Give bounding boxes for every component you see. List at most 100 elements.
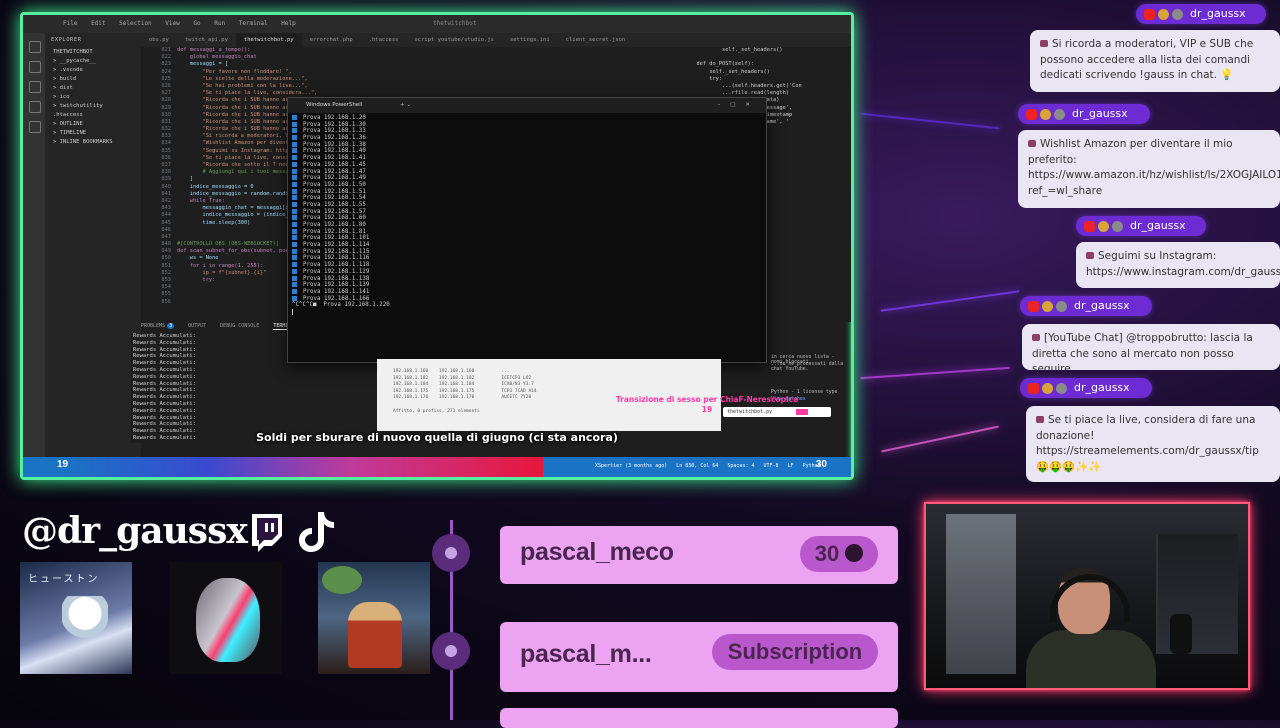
powershell-prefix: Prova xyxy=(303,155,321,162)
code-line: try: xyxy=(671,75,723,82)
panel-tab[interactable]: PROBLEMS xyxy=(141,323,165,329)
editor-tab[interactable]: obs.py xyxy=(141,33,177,47)
chat-message-text: [YouTube Chat] @troppobrutto: lascia la … xyxy=(1032,332,1253,370)
menu-view[interactable]: View xyxy=(165,20,179,27)
powershell-prefix: Prova xyxy=(303,222,321,228)
chat-message-text: Wishlist Amazon per diventare il mio pre… xyxy=(1028,138,1280,197)
line-number: 830 xyxy=(161,111,171,118)
line-number: 847 xyxy=(161,233,171,240)
explorer-item[interactable]: > INLINE BOOKMARKS xyxy=(45,137,141,146)
status-item[interactable]: Ln 830, Col 64 xyxy=(676,463,718,469)
terminal-line: Rewards Accumulati: xyxy=(133,346,196,353)
explorer-item[interactable]: > OUTLINE xyxy=(45,119,141,128)
broadcaster-badge-icon xyxy=(1084,220,1095,232)
status-square-icon xyxy=(292,128,297,134)
window-controls[interactable]: –□✕ xyxy=(717,98,760,113)
code-line: def do_POST(self): xyxy=(671,61,754,68)
status-square-icon xyxy=(292,141,297,147)
ip-address: 192.168.1.138 xyxy=(323,275,370,282)
explorer-item[interactable]: > twitchutility xyxy=(45,101,141,110)
status-item[interactable]: Spaces: 4 xyxy=(727,463,754,469)
status-square-icon xyxy=(292,248,297,254)
panel-tab[interactable]: DEBUG CONSOLE xyxy=(220,323,259,329)
powershell-prefix: Prova xyxy=(303,288,321,295)
extensions-icon[interactable] xyxy=(29,121,41,133)
menu-edit[interactable]: Edit xyxy=(91,20,105,27)
explorer-item[interactable]: > build xyxy=(45,74,141,83)
powershell-titlebar: Windows PowerShell + ⌄ –□✕ xyxy=(288,98,766,113)
explorer-item[interactable]: > TIMELINE xyxy=(45,128,141,137)
editor-tab[interactable]: .htaccess xyxy=(361,33,407,47)
powershell-prefix: Prova xyxy=(303,175,321,182)
editor-tab[interactable]: thetwitchbot.py xyxy=(235,33,302,47)
menu-terminal[interactable]: Terminal xyxy=(239,20,268,27)
line-number: 850 xyxy=(161,255,171,262)
powershell-line: Prova 192.168.1.81 xyxy=(292,228,762,236)
powershell-prefix: Prova xyxy=(303,248,321,255)
code-line: "Le scelte della moderazione...", xyxy=(177,75,308,82)
explorer-item[interactable]: > ico xyxy=(45,92,141,101)
editor-tab[interactable]: settings.ini xyxy=(502,33,558,47)
search-input[interactable]: thetwitchbot.py ____ xyxy=(723,407,831,417)
powershell-prefix: Prova xyxy=(303,148,321,155)
powershell-line: Prova 192.168.1.129 xyxy=(292,268,762,276)
explorer-icon[interactable] xyxy=(29,41,41,53)
panel-tab[interactable]: OUTPUT xyxy=(188,323,206,329)
explorer-item[interactable]: .htaccess xyxy=(45,110,141,119)
broadcaster-badge-icon xyxy=(1026,108,1037,120)
code-line: "Se hai problemi con la live...", xyxy=(177,82,308,89)
event-badge-value: Subscription xyxy=(727,639,863,664)
explorer-item[interactable]: > dist xyxy=(45,83,141,92)
terminal-line: Rewards Accumulati: xyxy=(133,400,196,407)
statue-face-image xyxy=(196,578,260,662)
explorer-item[interactable]: > __pycache__ xyxy=(45,56,141,65)
line-number: 856 xyxy=(161,298,171,305)
powershell-line: Prova 192.168.1.115 xyxy=(292,248,762,256)
problems-count-badge: 3 xyxy=(167,323,175,329)
bot-icon xyxy=(1032,334,1040,341)
powershell-last-line: ^C^C^C■ Prova 192.168.1.220 xyxy=(292,302,390,309)
status-square-icon xyxy=(292,155,297,161)
ip-address: 192.168.1.30 xyxy=(323,121,366,128)
chat-message-text: Se ti piace la live, considera di fare u… xyxy=(1036,414,1259,473)
ip-address: 192.168.1.49 xyxy=(323,175,366,182)
progress-bar xyxy=(63,457,543,477)
line-number: 824 xyxy=(161,68,171,75)
event-badge: 30 xyxy=(800,536,878,572)
editor-tab[interactable]: errorchat.php xyxy=(302,33,361,47)
source-control-icon[interactable] xyxy=(29,81,41,93)
powershell-window[interactable]: Windows PowerShell + ⌄ –□✕ Prova 192.168… xyxy=(287,97,767,363)
terminal-panel[interactable]: Rewards Accumulati: Rewards Accumulati: Re… xyxy=(131,333,311,443)
menu-file[interactable]: File xyxy=(63,20,77,27)
broadcaster-badge-icon xyxy=(1144,8,1155,20)
powershell-prefix: Prova xyxy=(303,268,321,275)
status-item[interactable]: XSpertier (3 months ago) xyxy=(595,463,667,469)
broadcaster-badge-icon xyxy=(1028,300,1039,312)
search-icon[interactable] xyxy=(29,61,41,73)
status-square-icon xyxy=(292,242,297,248)
album-thumbnail-3 xyxy=(318,562,430,674)
editor-tab[interactable]: script youtube/studio.js xyxy=(406,33,501,47)
line-number: 821 xyxy=(161,47,171,53)
line-number: 845 xyxy=(161,219,171,226)
sub-badge-icon xyxy=(1158,8,1169,20)
run-debug-icon[interactable] xyxy=(29,101,41,113)
editor-tab[interactable]: client_secret.json xyxy=(558,33,634,47)
menu-selection[interactable]: Selection xyxy=(119,20,152,27)
menu-help[interactable]: Help xyxy=(281,20,295,27)
activity-bar xyxy=(23,33,45,457)
menu-run[interactable]: Run xyxy=(214,20,225,27)
terminal-line: Rewards Accumulati: xyxy=(133,333,196,339)
explorer-item[interactable]: THETWITCHBOT xyxy=(45,47,141,56)
status-item[interactable]: LF xyxy=(788,463,794,469)
line-number: 852 xyxy=(161,269,171,276)
powershell-line: Prova 192.168.1.116 xyxy=(292,255,762,262)
editor-tab[interactable]: twitch_api.py xyxy=(177,33,236,47)
status-item[interactable]: UTF-8 xyxy=(764,463,779,469)
bot-icon xyxy=(1028,140,1036,147)
new-tab-icon[interactable]: + ⌄ xyxy=(400,98,411,113)
chat-username: dr_gaussx xyxy=(1072,107,1128,120)
menu-go[interactable]: Go xyxy=(193,20,200,27)
explorer-item[interactable]: > .vscode xyxy=(45,65,141,74)
powershell-line: Prova 192.168.1.41 xyxy=(292,155,762,162)
